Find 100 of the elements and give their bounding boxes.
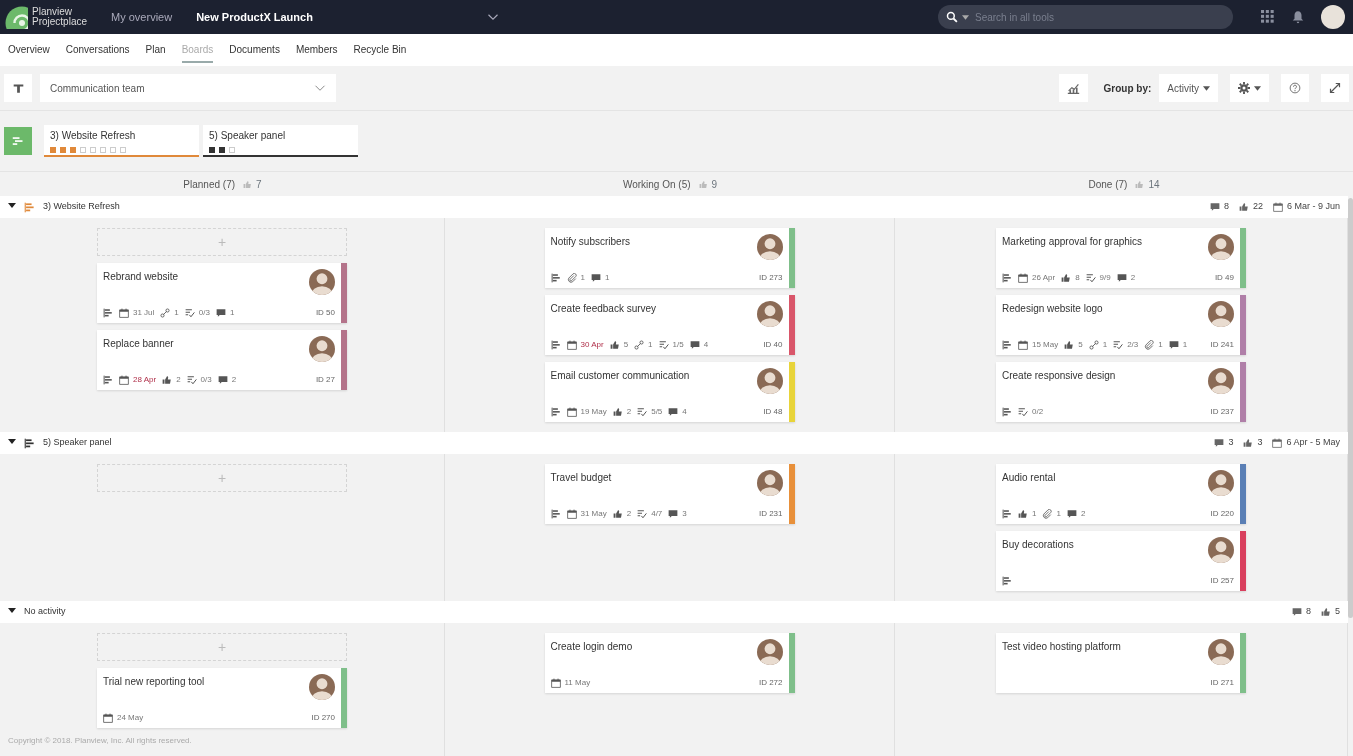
card-title: Replace banner [103, 337, 174, 351]
task-card[interactable]: Notify subscribers 1 1 ID 273 [544, 228, 795, 288]
task-card[interactable]: Redesign website logo 15 May 5 1 2/3 1 1 ID 241 [996, 295, 1246, 355]
tab[interactable]: Members [295, 37, 338, 63]
calendar-icon [566, 340, 577, 350]
paperclip-icon [566, 273, 577, 283]
checklist-icon [637, 509, 648, 519]
task-card[interactable]: Buy decorations ID 257 [996, 531, 1246, 591]
meta-count: 0/2 [1032, 406, 1044, 418]
task-card[interactable]: Travel budget 31 May 2 4/7 3 ID 231 [544, 464, 795, 524]
plan-filter-chip[interactable]: 3) Website Refresh [44, 125, 199, 157]
card-id: ID 270 [311, 712, 335, 724]
chart-button[interactable] [1058, 74, 1088, 102]
card-title: Redesign website logo [1002, 302, 1103, 316]
due-date: 11 May [564, 677, 591, 689]
meta-count: 9/9 [1099, 272, 1111, 284]
due-date: 30 Apr [580, 339, 604, 351]
meta-count: 2 [626, 508, 632, 520]
tab[interactable]: Overview [8, 37, 50, 63]
filter-dropdown[interactable]: Communication team [40, 74, 336, 102]
apps-grid-icon[interactable] [1261, 10, 1275, 24]
filter-button[interactable] [4, 74, 32, 102]
comment-icon [689, 340, 700, 350]
group-by-dropdown[interactable]: Activity [1159, 74, 1218, 102]
card-title: Buy decorations [1002, 538, 1074, 552]
plan-icon [550, 407, 561, 417]
meta-count: 1 [174, 307, 179, 319]
brand-name: Projectplace [32, 17, 88, 28]
task-card[interactable]: Rebrand website 31 Jul 1 0/3 1 ID 50 [97, 263, 347, 323]
tab[interactable]: Conversations [65, 37, 130, 63]
meta-count: 3 [682, 508, 687, 520]
calendar-icon [566, 509, 577, 519]
avatar [1208, 470, 1234, 496]
comment-icon [668, 509, 679, 519]
tab[interactable]: Recycle Bin [353, 37, 407, 63]
task-card[interactable]: Email customer communication 19 May 2 5/5 4 ID 48 [544, 362, 795, 422]
plan-icon [1002, 407, 1012, 417]
thumbs-up-icon [1135, 179, 1145, 189]
meta-count: 2 [231, 374, 237, 386]
card-id: ID 272 [758, 677, 783, 689]
tab[interactable]: Plan [145, 37, 166, 63]
task-card[interactable]: Create login demo 11 May ID 272 [544, 633, 795, 693]
due-date: 24 May [117, 712, 144, 724]
user-avatar[interactable] [1321, 5, 1345, 29]
card-title: Trial new reporting tool [103, 675, 205, 689]
thumbs-up-icon [1243, 438, 1254, 448]
meta-count: 2 [176, 374, 181, 386]
tab[interactable]: Documents [229, 37, 280, 63]
meta-count: 4 [703, 339, 709, 351]
bell-icon[interactable] [1291, 10, 1305, 24]
card-title: Test video hosting platform [1002, 640, 1121, 654]
plan-filter-chip[interactable]: 5) Speaker panel [203, 125, 358, 157]
project-link[interactable]: My overview [111, 8, 173, 26]
task-card[interactable]: Marketing approval for graphics 26 Apr 8 9/9 2 ID 49 [996, 228, 1246, 288]
comment-icon [1116, 273, 1127, 283]
avatar [309, 674, 335, 700]
meta-count: 5/5 [651, 406, 663, 418]
avatar [1208, 301, 1234, 327]
settings-button[interactable] [1230, 74, 1269, 102]
task-card[interactable]: Create feedback survey 30 Apr 5 1 1/5 4 ID 40 [544, 295, 795, 355]
avatar [1208, 639, 1234, 665]
meta-count: 1 [1102, 339, 1108, 351]
comment-icon [1209, 202, 1220, 212]
thumbs-up-icon [1321, 607, 1331, 617]
scrollbar[interactable] [1348, 198, 1353, 618]
meta-count: 2 [1130, 272, 1136, 284]
task-card[interactable]: Audio rental 1 1 2 ID 220 [996, 464, 1246, 524]
summary-count: 5 [1335, 605, 1340, 619]
column-title: Done (7) [1088, 177, 1128, 192]
calendar-icon [1018, 340, 1028, 350]
column-title: Working On (5) [622, 177, 691, 192]
meta-count: 4/7 [651, 508, 663, 520]
project-link[interactable]: New ProductX Launch [196, 8, 313, 26]
like-count: 14 [1148, 177, 1160, 192]
task-card[interactable]: Test video hosting platform ID 271 [996, 633, 1246, 693]
thumbs-up-icon [1018, 509, 1028, 519]
meta-count: 0/3 [200, 374, 212, 386]
lane-title: 3) Website Refresh [43, 200, 120, 214]
due-date: 15 May [1032, 339, 1059, 351]
plan-name: 5) Speaker panel [209, 129, 287, 143]
help-button[interactable] [1281, 74, 1309, 102]
task-card[interactable]: Replace banner 28 Apr 2 0/3 2 ID 27 [97, 330, 347, 390]
due-date: 31 May [580, 508, 607, 520]
checklist-icon [184, 308, 195, 318]
card-id: ID 241 [1210, 339, 1234, 351]
expand-button[interactable] [1321, 74, 1349, 102]
task-card[interactable]: Trial new reporting tool 24 May ID 270 [97, 668, 347, 728]
caret-icon [1254, 85, 1261, 91]
task-card[interactable]: Create responsive design 0/2 ID 237 [996, 362, 1246, 422]
avatar [756, 301, 783, 327]
thumbs-up-icon [243, 179, 253, 189]
card-id: ID 48 [763, 406, 783, 418]
card-id: ID 237 [1210, 406, 1234, 418]
calendar-icon [550, 678, 561, 688]
calendar-icon [103, 713, 113, 723]
meta-count: 1 [1056, 508, 1061, 520]
card-title: Audio rental [1002, 471, 1056, 485]
calendar-icon [119, 375, 129, 385]
comment-icon [1066, 509, 1077, 519]
date-range: 6 Mar - 9 Jun [1286, 200, 1340, 214]
